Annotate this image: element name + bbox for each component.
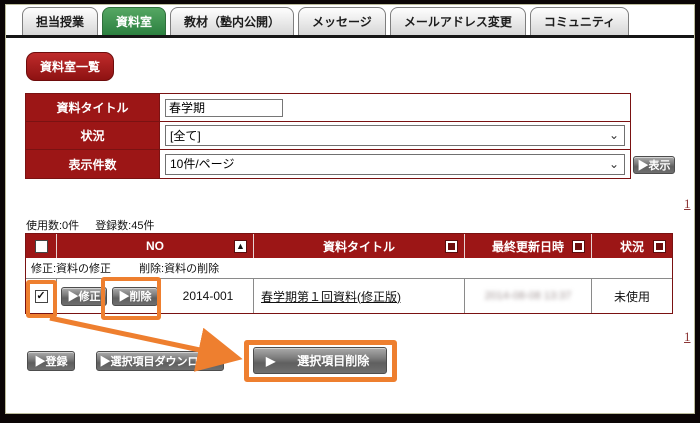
tab-teaching-materials[interactable]: 教材（塾内公開） xyxy=(170,7,294,35)
sort-toggle-icon[interactable] xyxy=(653,240,666,253)
show-button[interactable]: ▶表示 xyxy=(633,156,675,174)
last-updated-redacted: 2014-08-08 13:37 xyxy=(485,290,572,302)
usage-count: 使用数:0件 xyxy=(26,217,79,233)
sort-toggle-icon[interactable] xyxy=(572,240,585,253)
table-row: ▶修正 ▶削除 2014-001 春学期第１回資料(修正版) 2014-08-0… xyxy=(26,279,672,313)
status-label: 状況 xyxy=(26,122,160,149)
sort-toggle-icon[interactable] xyxy=(445,240,458,253)
tab-materials-room[interactable]: 資料室 xyxy=(102,7,166,35)
pagination-top[interactable]: 1 xyxy=(684,196,691,212)
title-search-input[interactable] xyxy=(165,99,283,117)
tab-community[interactable]: コミュニティ xyxy=(530,7,629,35)
tab-messages[interactable]: メッセージ xyxy=(298,7,386,35)
play-arrow-icon: ▶ xyxy=(266,354,275,368)
select-all-checkbox[interactable] xyxy=(35,240,48,253)
download-selected-button[interactable]: ▶選択項目ダウンロード xyxy=(96,351,224,371)
tab-assigned-classes[interactable]: 担当授業 xyxy=(22,7,98,35)
registered-count: 登録数:45件 xyxy=(95,217,154,233)
row-no: 2014-001 xyxy=(163,289,253,303)
status-select-control[interactable]: [全て] xyxy=(166,126,624,145)
perpage-select[interactable]: 10件/ページ ⌄ xyxy=(165,154,625,175)
form-row-status: 状況 [全て] ⌄ xyxy=(26,122,630,150)
sort-asc-icon[interactable]: ▲ xyxy=(234,240,247,253)
search-form: 資料タイトル 状況 [全て] ⌄ 表示件数 xyxy=(25,93,631,179)
pagination-bottom[interactable]: 1 xyxy=(684,329,691,345)
delete-selected-button[interactable]: ▶ 選択項目削除 xyxy=(253,347,387,374)
tab-underline xyxy=(6,35,694,38)
legend-delete: 削除:資料の削除 xyxy=(139,260,219,276)
material-title-link[interactable]: 春学期第１回資料(修正版) xyxy=(261,288,401,305)
tab-bar: 担当授業 資料室 教材（塾内公開） メッセージ メールアドレス変更 コミュニティ xyxy=(22,7,633,35)
table-header-row: NO ▲ 資料タイトル 最終更新日時 状況 xyxy=(26,234,672,258)
header-updated: 最終更新日時 xyxy=(465,234,592,258)
page-frame: 担当授業 資料室 教材（塾内公開） メッセージ メールアドレス変更 コミュニティ… xyxy=(0,0,700,423)
row-checkbox[interactable] xyxy=(35,290,48,303)
table-legend: 修正:資料の修正 削除:資料の削除 xyxy=(26,258,672,279)
status-select[interactable]: [全て] ⌄ xyxy=(165,125,625,146)
header-status: 状況 xyxy=(592,234,672,258)
edit-button[interactable]: ▶修正 xyxy=(61,287,107,306)
perpage-label: 表示件数 xyxy=(26,150,160,178)
legend-edit: 修正:資料の修正 xyxy=(31,260,111,276)
header-no: NO ▲ xyxy=(57,234,254,258)
count-summary: 使用数:0件 登録数:45件 xyxy=(26,217,154,233)
perpage-select-control[interactable]: 10件/ページ xyxy=(166,155,624,174)
header-title: 資料タイトル xyxy=(254,234,465,258)
delete-button[interactable]: ▶削除 xyxy=(112,287,158,306)
content-area: 担当授業 資料室 教材（塾内公開） メッセージ メールアドレス変更 コミュニティ… xyxy=(5,4,695,414)
form-row-perpage: 表示件数 10件/ページ ⌄ xyxy=(26,150,630,178)
page-title-badge: 資料室一覧 xyxy=(26,52,114,81)
materials-table: NO ▲ 資料タイトル 最終更新日時 状況 修正:資料の修正 削除: xyxy=(25,233,673,314)
tab-email-change[interactable]: メールアドレス変更 xyxy=(390,7,526,35)
status-value: 未使用 xyxy=(614,288,650,305)
title-label: 資料タイトル xyxy=(26,94,160,121)
form-row-title: 資料タイトル xyxy=(26,94,630,122)
register-button[interactable]: ▶登録 xyxy=(27,351,75,371)
